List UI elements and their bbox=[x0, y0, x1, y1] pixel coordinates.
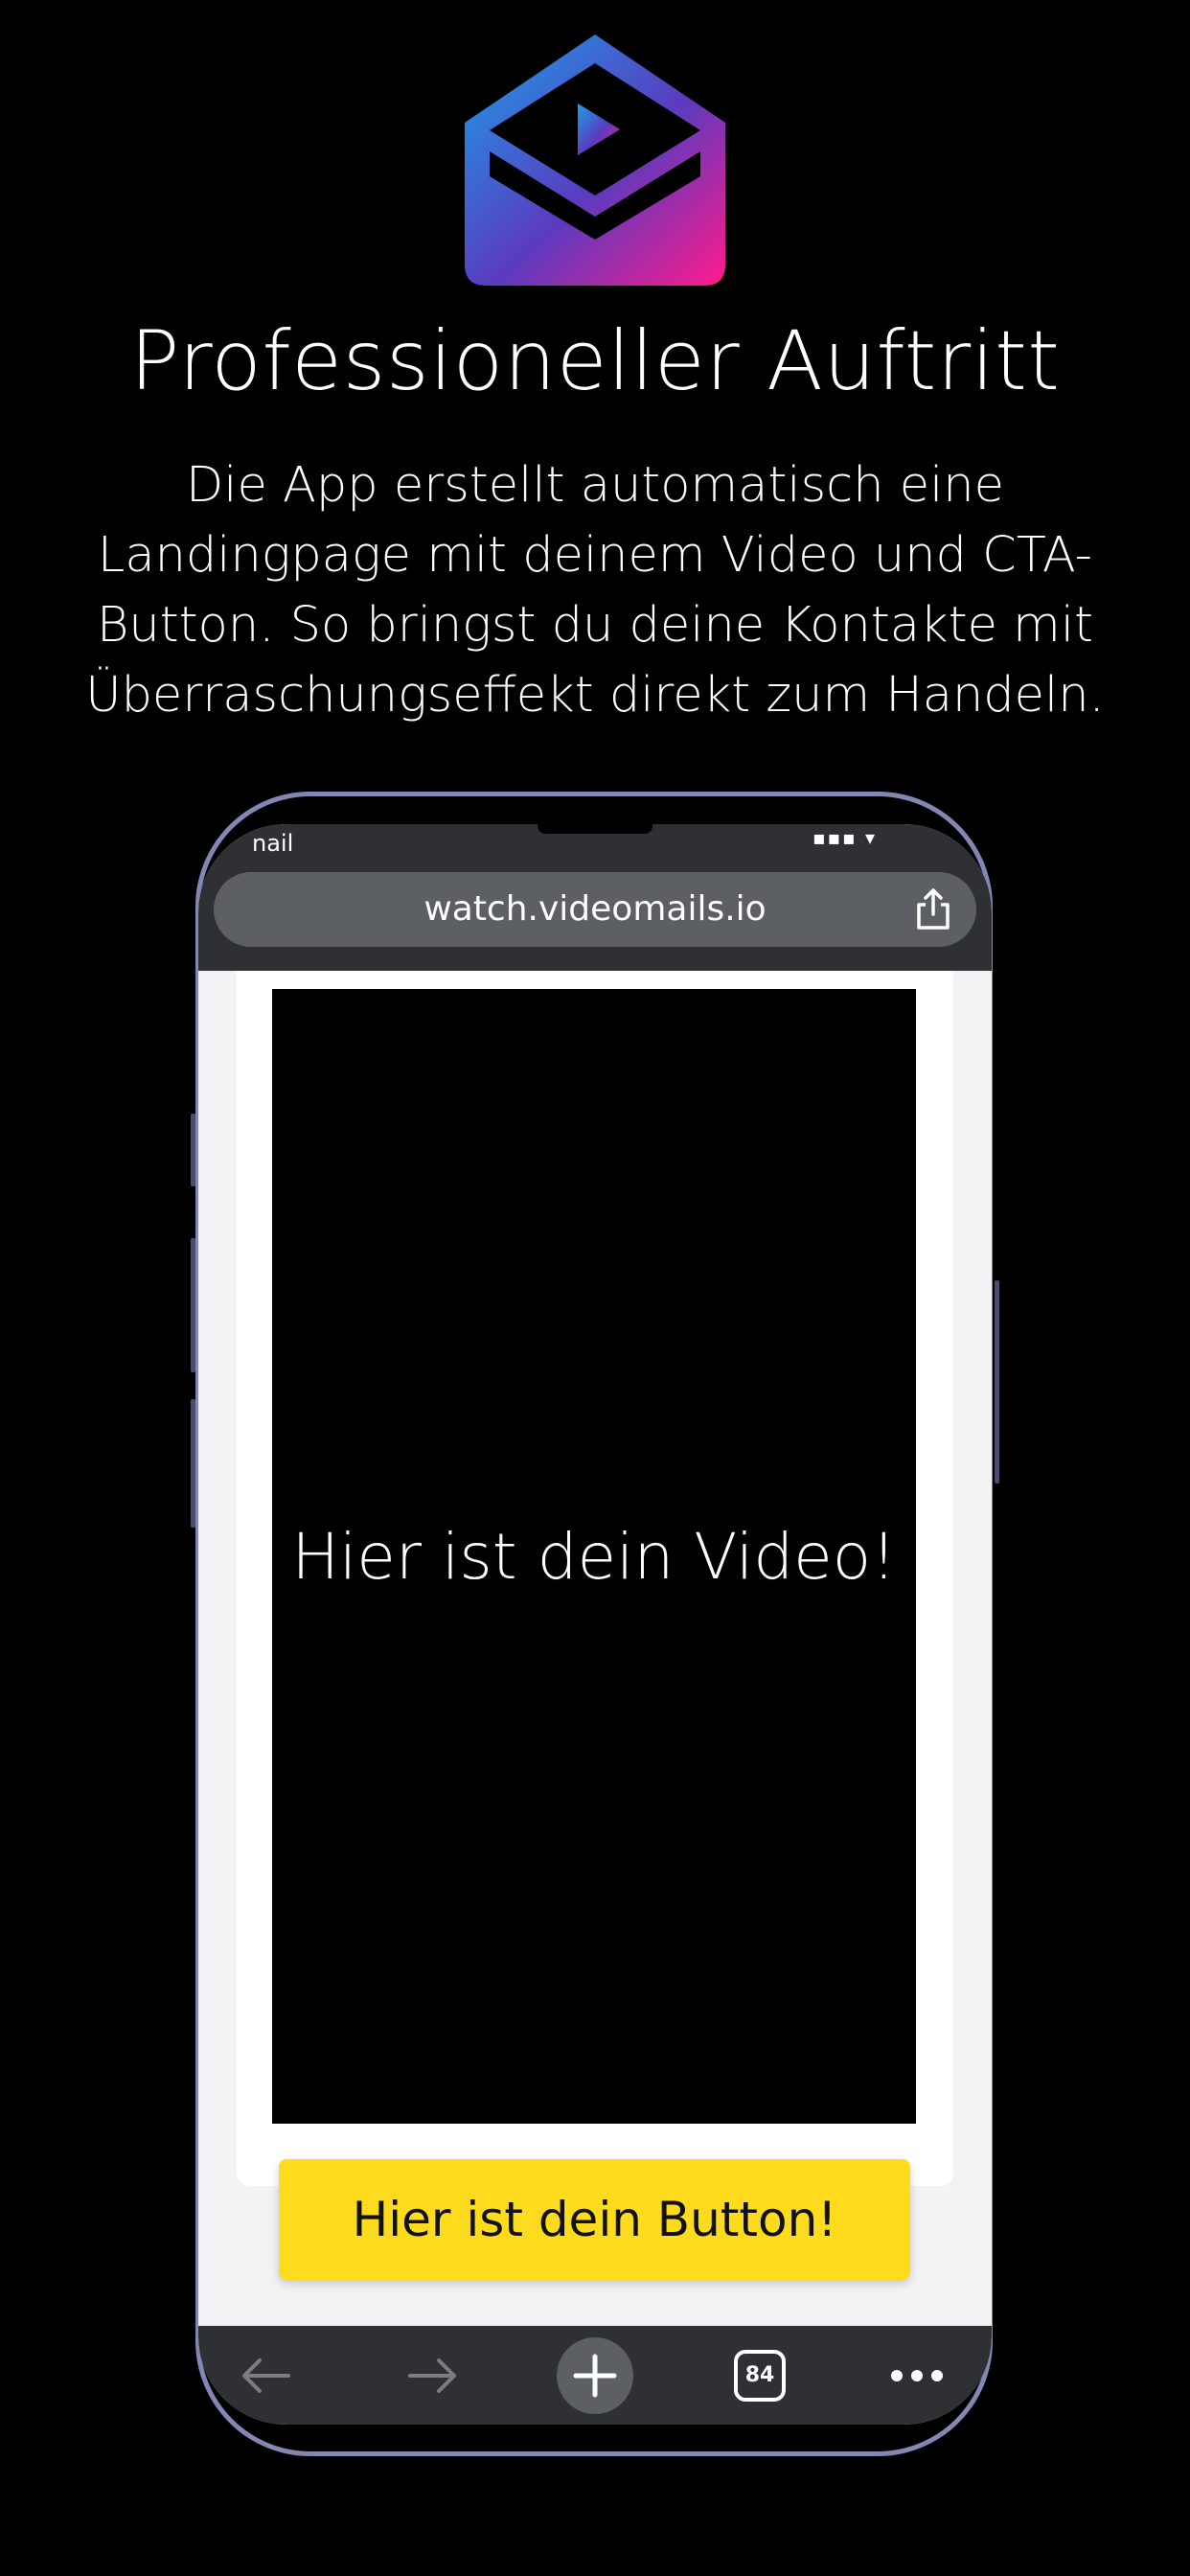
back-arrow-icon[interactable] bbox=[227, 2326, 304, 2425]
tab-count: 84 bbox=[744, 2363, 775, 2387]
more-icon[interactable] bbox=[879, 2326, 955, 2425]
address-bar[interactable]: watch.videomails.io bbox=[214, 872, 976, 947]
phone-side-button bbox=[995, 1280, 999, 1484]
status-carrier: nail bbox=[252, 830, 294, 857]
forward-arrow-icon[interactable] bbox=[395, 2326, 471, 2425]
browser-top-bar: nail ▪▪▪ ▾ watch.videomails.io bbox=[198, 824, 992, 971]
envelope-play-icon bbox=[465, 34, 725, 286]
signal-icon: ▪▪▪ ▾ bbox=[812, 826, 877, 849]
browser-bottom-bar: 84 bbox=[198, 2326, 992, 2425]
video-placeholder-text: Hier ist dein Video! bbox=[291, 1519, 897, 1594]
url-text: watch.videomails.io bbox=[423, 889, 767, 929]
headline: Professioneller Auftritt bbox=[129, 313, 1061, 409]
description: Die App erstellt automatisch eine Landin… bbox=[85, 457, 1105, 724]
phone-side-button bbox=[191, 1114, 195, 1186]
phone-notch bbox=[538, 824, 652, 834]
phone-side-button bbox=[191, 1399, 195, 1528]
share-icon[interactable] bbox=[909, 886, 957, 933]
phone-side-button bbox=[191, 1238, 195, 1372]
cta-button[interactable]: Hier ist dein Button! bbox=[279, 2159, 910, 2280]
new-tab-plus-icon[interactable] bbox=[557, 2326, 633, 2425]
tabs-icon[interactable]: 84 bbox=[721, 2326, 798, 2425]
video-player[interactable]: Hier ist dein Video! bbox=[272, 989, 916, 2124]
